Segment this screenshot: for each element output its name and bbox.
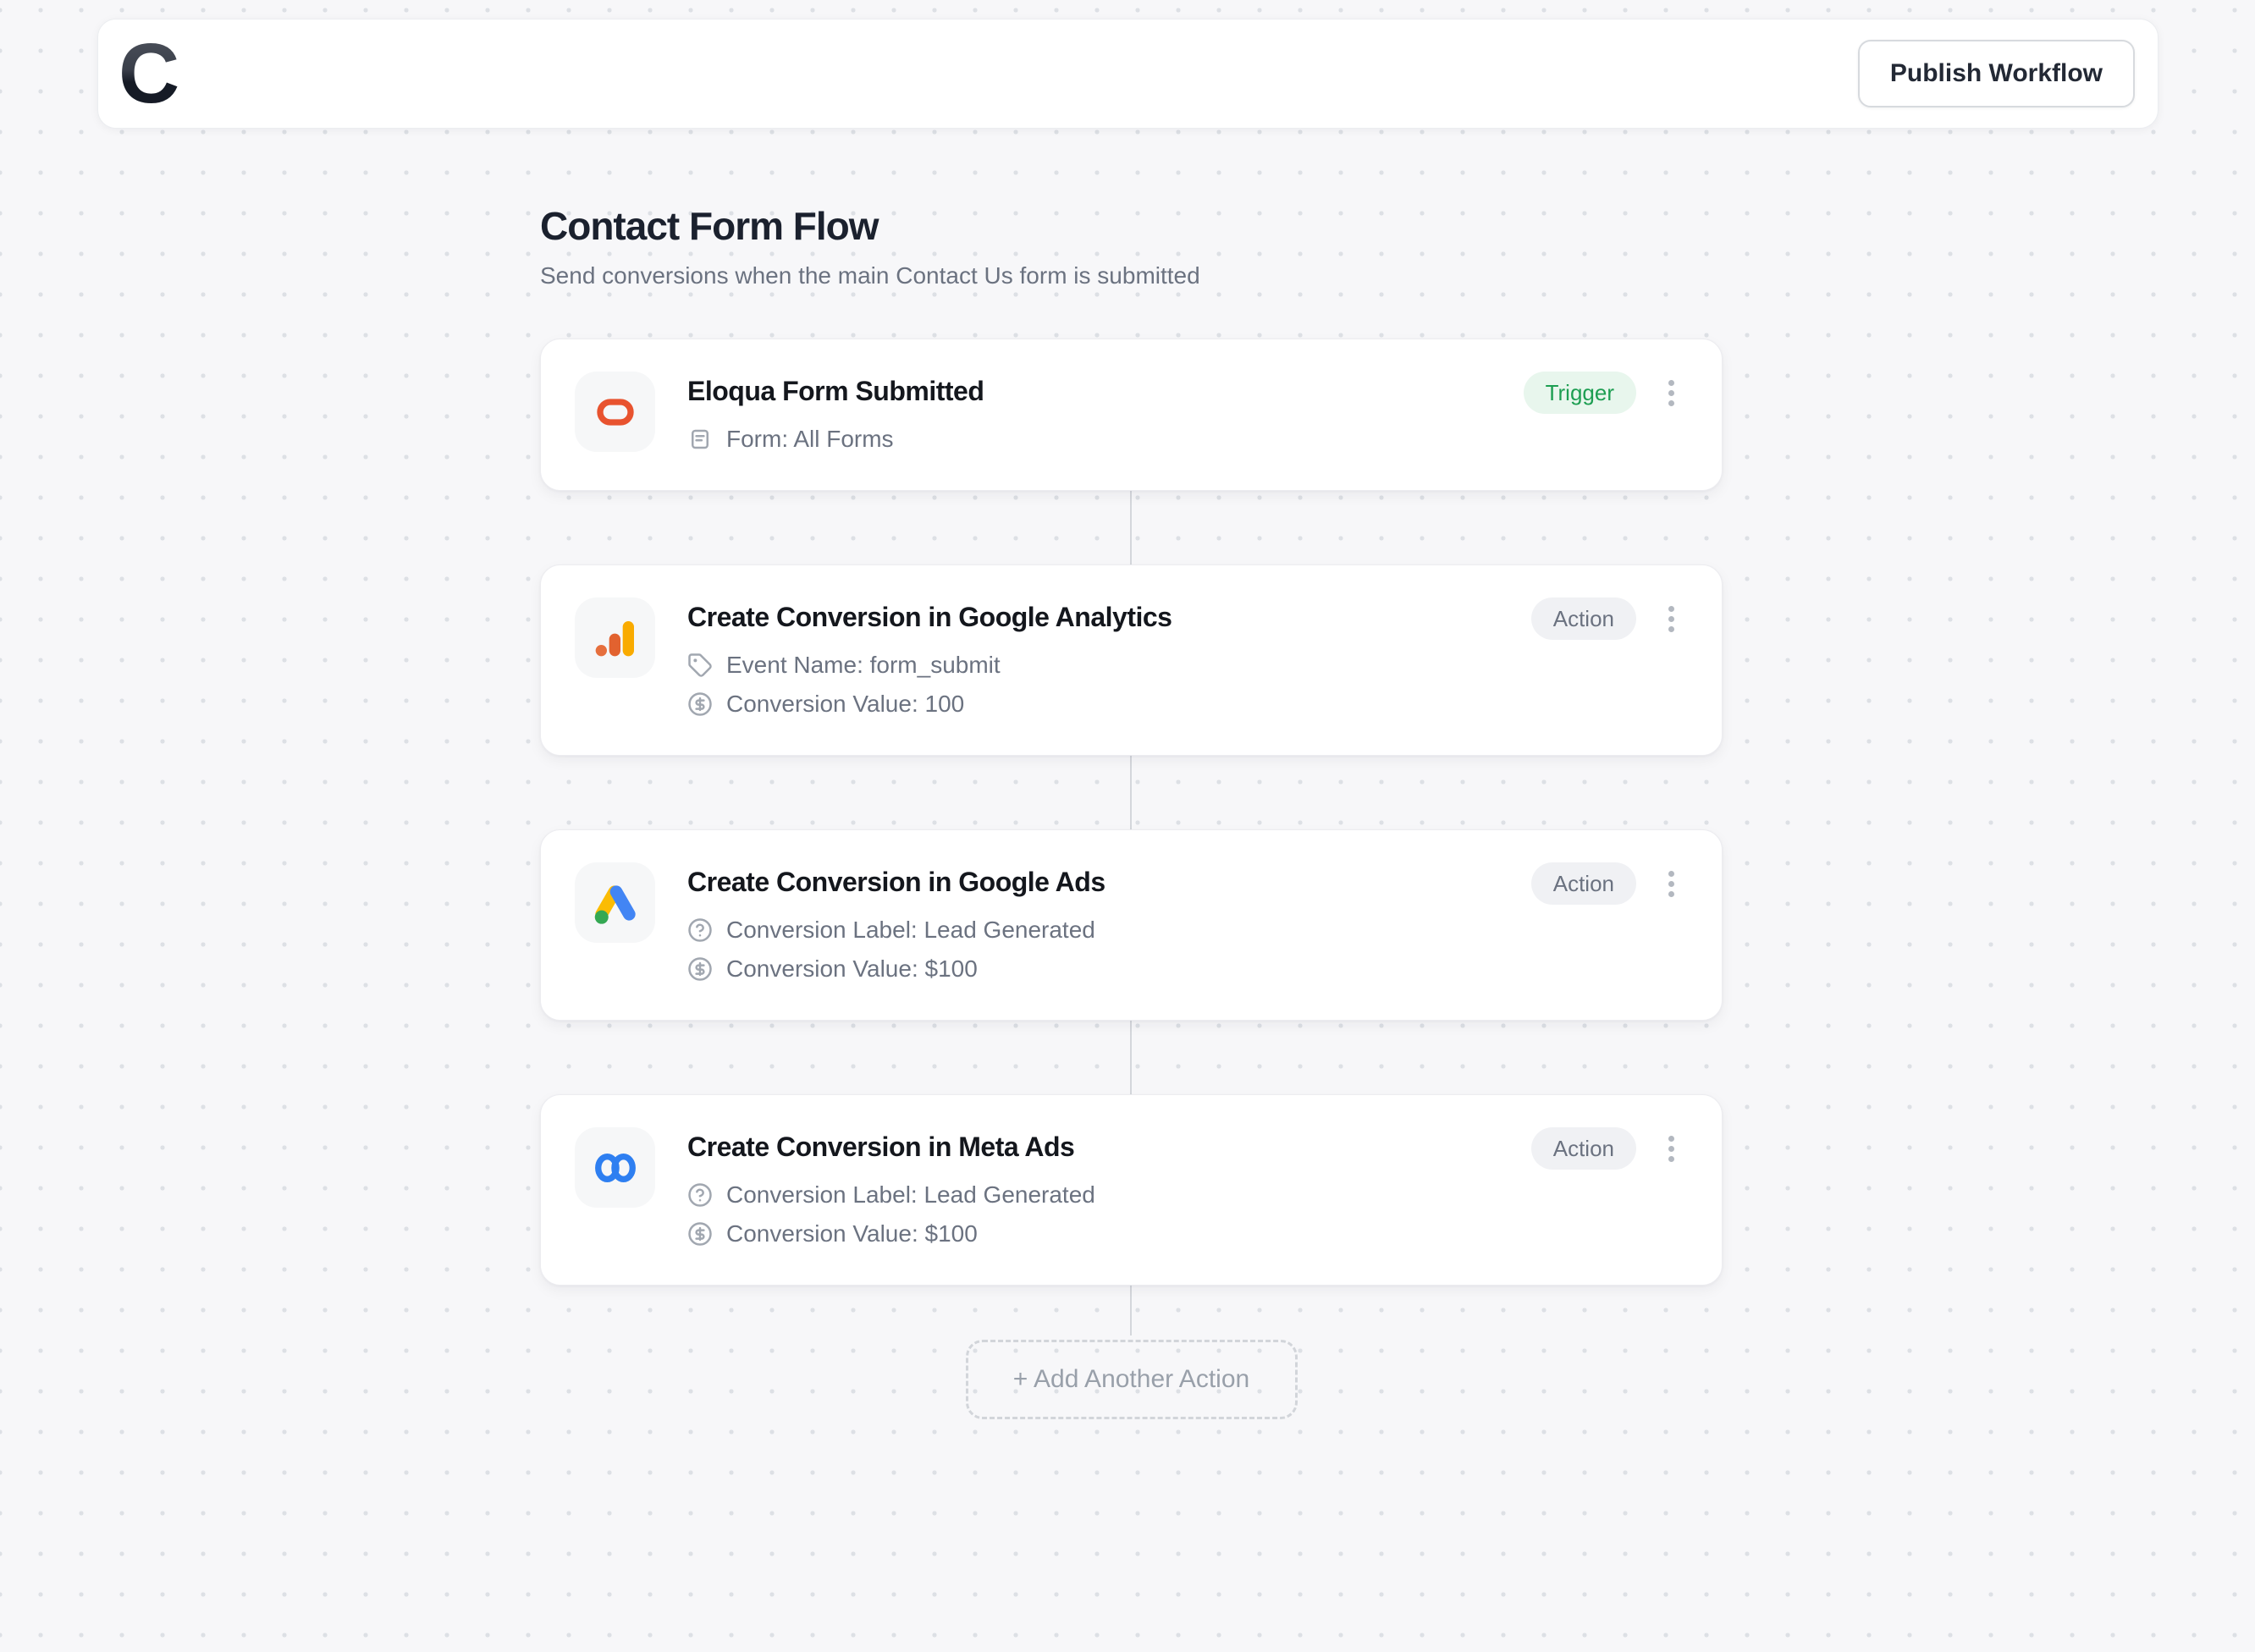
tag-icon	[688, 653, 712, 677]
action-badge: Action	[1530, 862, 1636, 905]
node-title: Create Conversion in Google Ads	[687, 867, 1105, 897]
google-analytics-icon	[575, 597, 655, 678]
top-bar: C Publish Workflow	[97, 19, 2159, 129]
kebab-menu-icon[interactable]	[1662, 1129, 1681, 1169]
node-title: Create Conversion in Google Analytics	[687, 602, 1172, 632]
dollar-circle-icon	[688, 692, 712, 716]
workflow-card-google-analytics[interactable]: Create Conversion in Google Analytics Ev…	[540, 564, 1723, 756]
node-detail: Form: All Forms	[726, 426, 894, 452]
kebab-menu-icon[interactable]	[1662, 373, 1681, 413]
node-detail: Conversion Value: $100	[726, 955, 978, 982]
kebab-menu-icon[interactable]	[1662, 599, 1681, 639]
node-title: Create Conversion in Meta Ads	[687, 1132, 1075, 1162]
node-detail: Conversion Label: Lead Generated	[726, 1181, 1095, 1208]
action-badge: Action	[1530, 597, 1636, 640]
workflow-card-meta-ads[interactable]: Create Conversion in Meta Ads Conversion…	[540, 1094, 1723, 1286]
node-detail: Conversion Label: Lead Generated	[726, 917, 1095, 943]
action-badge: Action	[1530, 1127, 1636, 1170]
dollar-circle-icon	[688, 957, 712, 981]
node-detail: Conversion Value: 100	[726, 691, 965, 717]
eloqua-icon	[575, 372, 655, 452]
form-icon	[692, 429, 708, 449]
add-another-action-button[interactable]: + Add Another Action	[965, 1340, 1298, 1419]
kebab-menu-icon[interactable]	[1662, 864, 1681, 904]
meta-icon	[575, 1127, 655, 1208]
workflow-card-eloqua-trigger[interactable]: Eloqua Form Submitted Form: All Forms Tr…	[540, 339, 1723, 491]
trigger-badge: Trigger	[1523, 372, 1636, 414]
workflow-card-google-ads[interactable]: Create Conversion in Google Ads Conversi…	[540, 829, 1723, 1021]
node-detail: Conversion Value: $100	[726, 1220, 978, 1247]
workflow-canvas: Contact Form Flow Send conversions when …	[540, 0, 1723, 1419]
question-circle-icon	[688, 1183, 712, 1207]
dollar-circle-icon	[688, 1222, 712, 1246]
workflow-flow: Eloqua Form Submitted Form: All Forms Tr…	[540, 339, 1723, 1419]
publish-workflow-button[interactable]: Publish Workflow	[1857, 40, 2135, 107]
question-circle-icon	[688, 918, 712, 942]
page-title: Contact Form Flow	[540, 204, 879, 248]
app-logo[interactable]: C	[113, 31, 185, 116]
node-detail: Event Name: form_submit	[726, 652, 1001, 678]
google-ads-icon	[575, 862, 655, 943]
page-subtitle: Send conversions when the main Contact U…	[540, 262, 1200, 289]
node-title: Eloqua Form Submitted	[687, 376, 984, 406]
